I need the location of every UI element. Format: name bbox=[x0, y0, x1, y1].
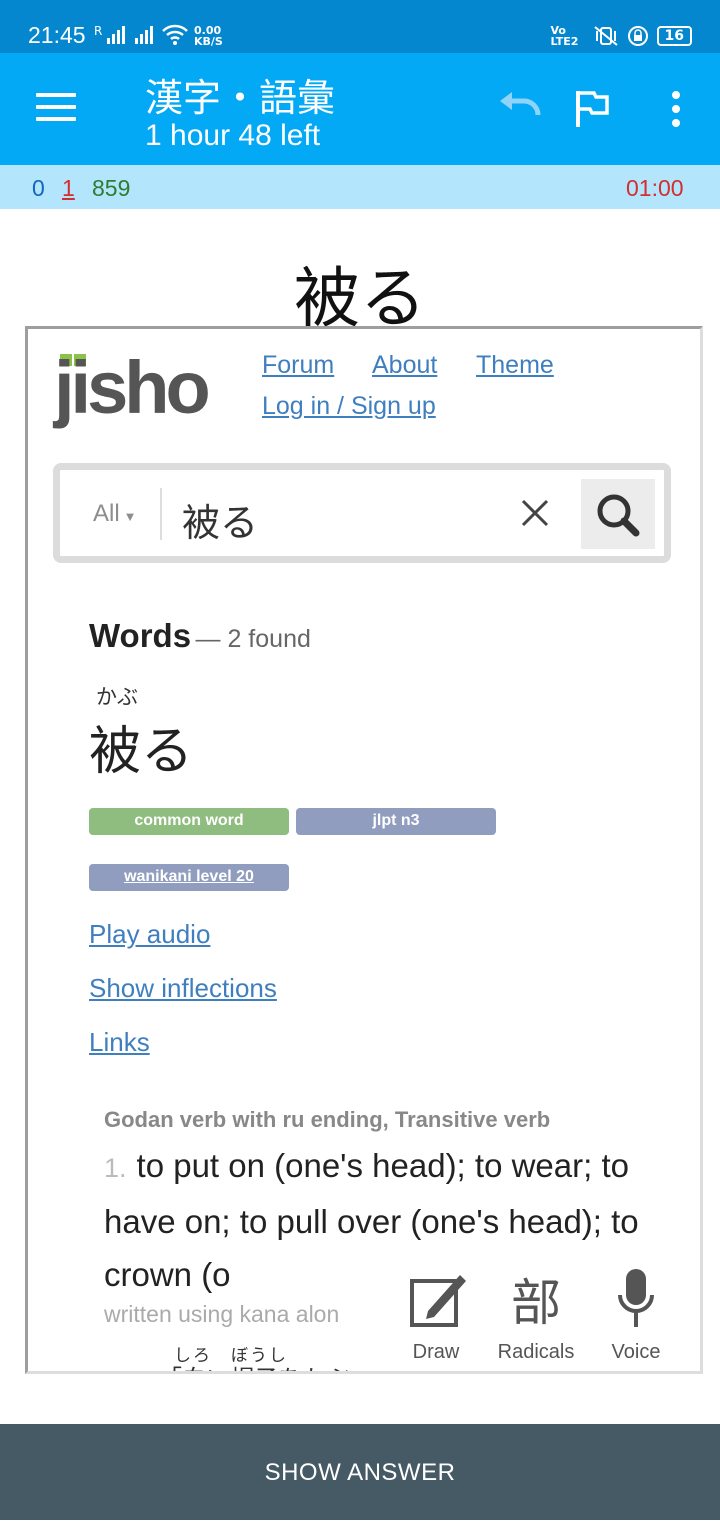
tag-jlpt: jlpt n3 bbox=[296, 808, 496, 835]
play-audio-link[interactable]: Play audio bbox=[89, 919, 210, 950]
menu-icon[interactable] bbox=[36, 93, 76, 123]
input-tools: Draw 部 Radicals Voice bbox=[366, 1253, 700, 1371]
wifi-icon bbox=[162, 24, 188, 45]
nav-theme-link[interactable]: Theme bbox=[476, 351, 554, 380]
signal-icon bbox=[107, 26, 125, 44]
vibrate-icon bbox=[593, 26, 618, 46]
microphone-icon bbox=[618, 1269, 654, 1327]
learning-count: 1 bbox=[62, 175, 75, 201]
words-heading-label: Words bbox=[89, 617, 192, 654]
draw-icon bbox=[410, 1275, 466, 1327]
battery-icon: 16 bbox=[656, 26, 692, 46]
lock-rotation-icon bbox=[627, 26, 648, 46]
words-count: — 2 found bbox=[195, 625, 311, 653]
signal-icon-2 bbox=[135, 26, 153, 44]
review-count: 859 bbox=[92, 175, 131, 201]
search-separator bbox=[160, 488, 162, 540]
search-button[interactable] bbox=[581, 479, 655, 549]
jisho-webview[interactable]: jisho Forum About Theme Log in / Sign up… bbox=[25, 326, 703, 1374]
app-toolbar: 漢字・語彙 1 hour 48 left bbox=[0, 53, 720, 165]
radicals-icon: 部 bbox=[511, 1275, 561, 1331]
search-input[interactable]: 被る bbox=[182, 492, 258, 547]
status-right: Vo LTE2 16 bbox=[551, 25, 692, 47]
show-inflections-link[interactable]: Show inflections bbox=[89, 973, 277, 1004]
draw-label: Draw bbox=[412, 1341, 460, 1363]
search-filter-label: All bbox=[93, 500, 120, 527]
undo-icon[interactable] bbox=[496, 91, 542, 121]
status-bar: 21:45 R 0.00 KB/S Vo LTE2 16 bbox=[0, 0, 720, 53]
radicals-label: Radicals bbox=[497, 1341, 575, 1363]
time-left: 1 hour 48 left bbox=[145, 119, 321, 152]
volte-label: Vo LTE2 bbox=[550, 24, 579, 48]
definition-note: written using kana alon bbox=[104, 1301, 340, 1327]
example-sentence: 「白い帽子をかぶ bbox=[158, 1359, 350, 1371]
words-heading: Words — 2 found bbox=[89, 617, 311, 655]
voice-tool[interactable]: Voice bbox=[586, 1253, 686, 1363]
sense-number: 1. bbox=[104, 1153, 127, 1183]
show-answer-button[interactable]: SHOW ANSWER bbox=[0, 1424, 720, 1520]
caret-down-icon: ▼ bbox=[123, 509, 137, 524]
more-vert-icon[interactable] bbox=[670, 91, 682, 133]
new-count: 0 bbox=[32, 175, 45, 201]
nav-forum-link[interactable]: Forum bbox=[262, 351, 334, 380]
part-of-speech: Godan verb with ru ending, Transitive ve… bbox=[104, 1107, 551, 1132]
draw-tool[interactable]: Draw bbox=[386, 1253, 486, 1363]
nav-login-link[interactable]: Log in / Sign up bbox=[262, 392, 436, 421]
flag-icon[interactable] bbox=[574, 89, 610, 129]
radicals-tool[interactable]: 部 Radicals bbox=[486, 1253, 586, 1363]
links-link[interactable]: Links bbox=[89, 1027, 150, 1058]
card-counts-bar: 0 1 859 01:00 bbox=[0, 165, 720, 209]
tag-wanikani[interactable]: wanikani level 20 bbox=[89, 864, 289, 891]
search-icon bbox=[597, 494, 640, 537]
result-word: 被る bbox=[89, 722, 194, 782]
jisho-search-box: All ▼ 被る bbox=[53, 463, 671, 563]
card-timer: 01:00 bbox=[626, 175, 684, 201]
deck-title: 漢字・語彙 bbox=[145, 76, 336, 120]
signal-marker: R bbox=[94, 24, 103, 38]
nav-about-link[interactable]: About bbox=[372, 351, 437, 380]
tag-common-word: common word bbox=[89, 808, 289, 835]
search-filter-select[interactable]: All ▼ bbox=[93, 500, 137, 528]
clock: 21:45 bbox=[28, 22, 86, 48]
jisho-logo-text: jisho bbox=[54, 346, 211, 429]
net-speed-unit: KB/S bbox=[194, 35, 223, 48]
net-speed: 0.00 KB/S bbox=[194, 25, 223, 47]
result-furigana: かぶ bbox=[96, 685, 138, 709]
clear-icon[interactable] bbox=[520, 498, 550, 528]
voice-label: Voice bbox=[611, 1341, 661, 1363]
